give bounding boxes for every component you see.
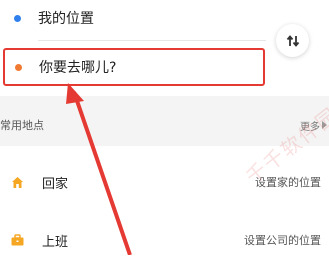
annotation-arrow-icon <box>66 83 132 255</box>
